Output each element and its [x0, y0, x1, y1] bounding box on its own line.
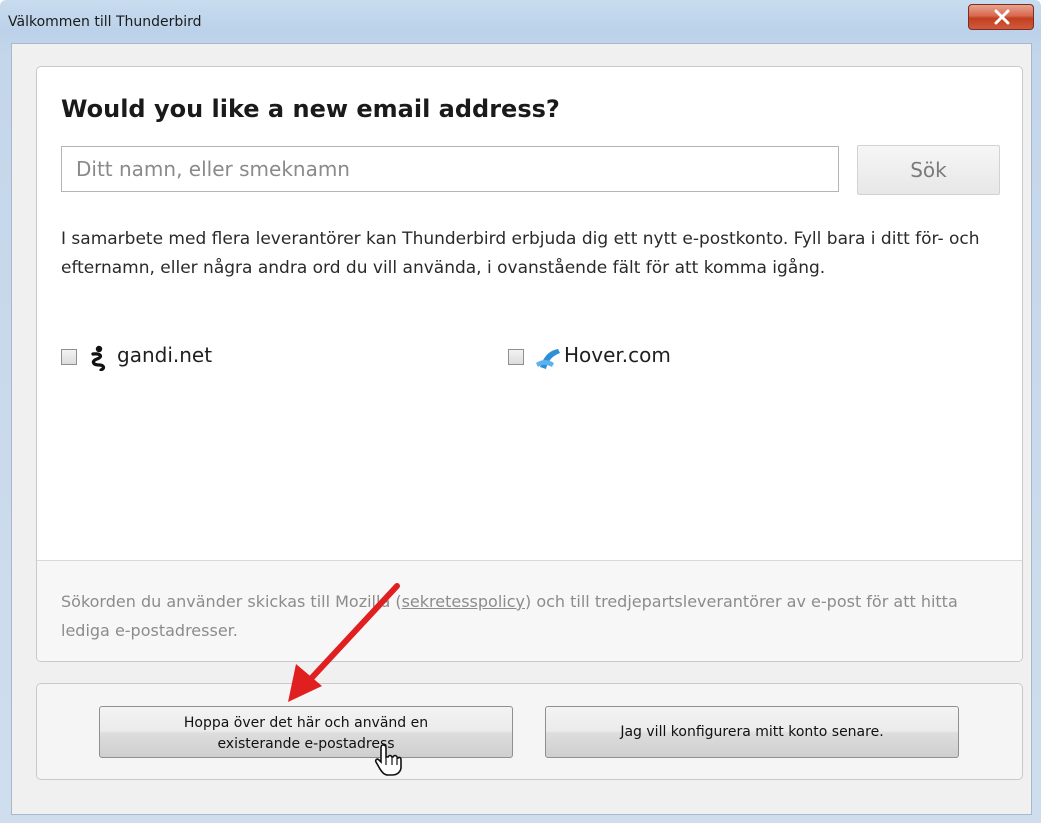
close-button[interactable]: [968, 4, 1034, 30]
page-title: Would you like a new email address?: [61, 95, 560, 123]
privacy-notice: Sökorden du använder skickas till Mozill…: [61, 587, 1011, 645]
gandi-logo-icon: [91, 345, 106, 371]
provider-hover-checkbox[interactable]: [508, 349, 524, 365]
privacy-text-before: Sökorden du använder skickas till Mozill…: [61, 592, 402, 611]
thunderbird-welcome-window: Välkommen till Thunderbird Would you lik…: [0, 0, 1041, 823]
title-bar[interactable]: Välkommen till Thunderbird: [0, 0, 1041, 44]
configure-later-button[interactable]: Jag vill konfigurera mitt konto senare.: [545, 706, 959, 758]
action-button-panel: Hoppa över det här och använd en existera…: [36, 683, 1023, 780]
privacy-policy-link[interactable]: sekretesspolicy: [402, 592, 525, 611]
window-title: Välkommen till Thunderbird: [8, 14, 202, 30]
close-icon: [994, 9, 1010, 25]
hover-logo-icon: [536, 349, 560, 369]
skip-button-line-1: Hoppa över det här och använd en: [183, 714, 429, 731]
search-button[interactable]: Sök: [857, 145, 1000, 195]
dialog-client-area: Would you like a new email address? Sök …: [11, 43, 1032, 815]
new-email-panel: Would you like a new email address? Sök …: [36, 66, 1023, 662]
info-text: I samarbete med flera leverantörer kan T…: [61, 229, 980, 278]
use-existing-address-button[interactable]: Hoppa över det här och använd en existera…: [99, 706, 513, 758]
hand-cursor-icon: [374, 744, 402, 776]
provider-gandi-label: gandi.net: [117, 343, 213, 367]
provider-gandi-checkbox[interactable]: [61, 349, 77, 365]
search-input[interactable]: [61, 146, 839, 192]
skip-button-line-2: existerande e-postadress: [217, 735, 395, 752]
provider-hover-label: Hover.com: [564, 343, 671, 367]
